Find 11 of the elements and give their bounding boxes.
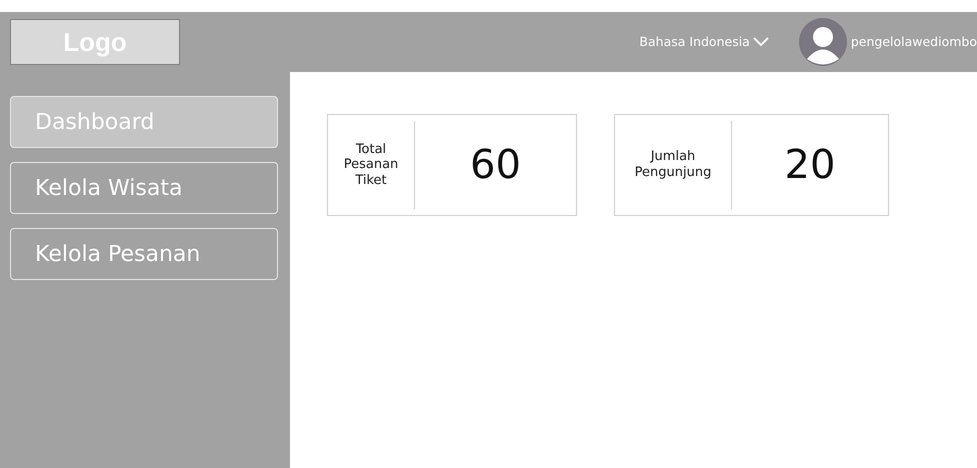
sidebar-item[interactable]: Kelola Pesanan bbox=[10, 228, 278, 280]
stat-label: Total Pesanan Tiket bbox=[342, 142, 400, 188]
sidebar-item[interactable]: Kelola Wisata bbox=[10, 162, 278, 214]
avatar-icon bbox=[798, 18, 847, 66]
chevron-down-icon bbox=[752, 37, 769, 47]
language-dropdown[interactable]: Bahasa Indonesia bbox=[639, 32, 769, 52]
stat-label: Jumlah Pengunjung bbox=[634, 149, 712, 181]
stat-value: 20 bbox=[784, 141, 836, 190]
stat-value: 60 bbox=[470, 141, 521, 190]
username: pengelolawediombo bbox=[850, 32, 977, 51]
sidebar-item[interactable]: Dashboard bbox=[10, 96, 278, 148]
